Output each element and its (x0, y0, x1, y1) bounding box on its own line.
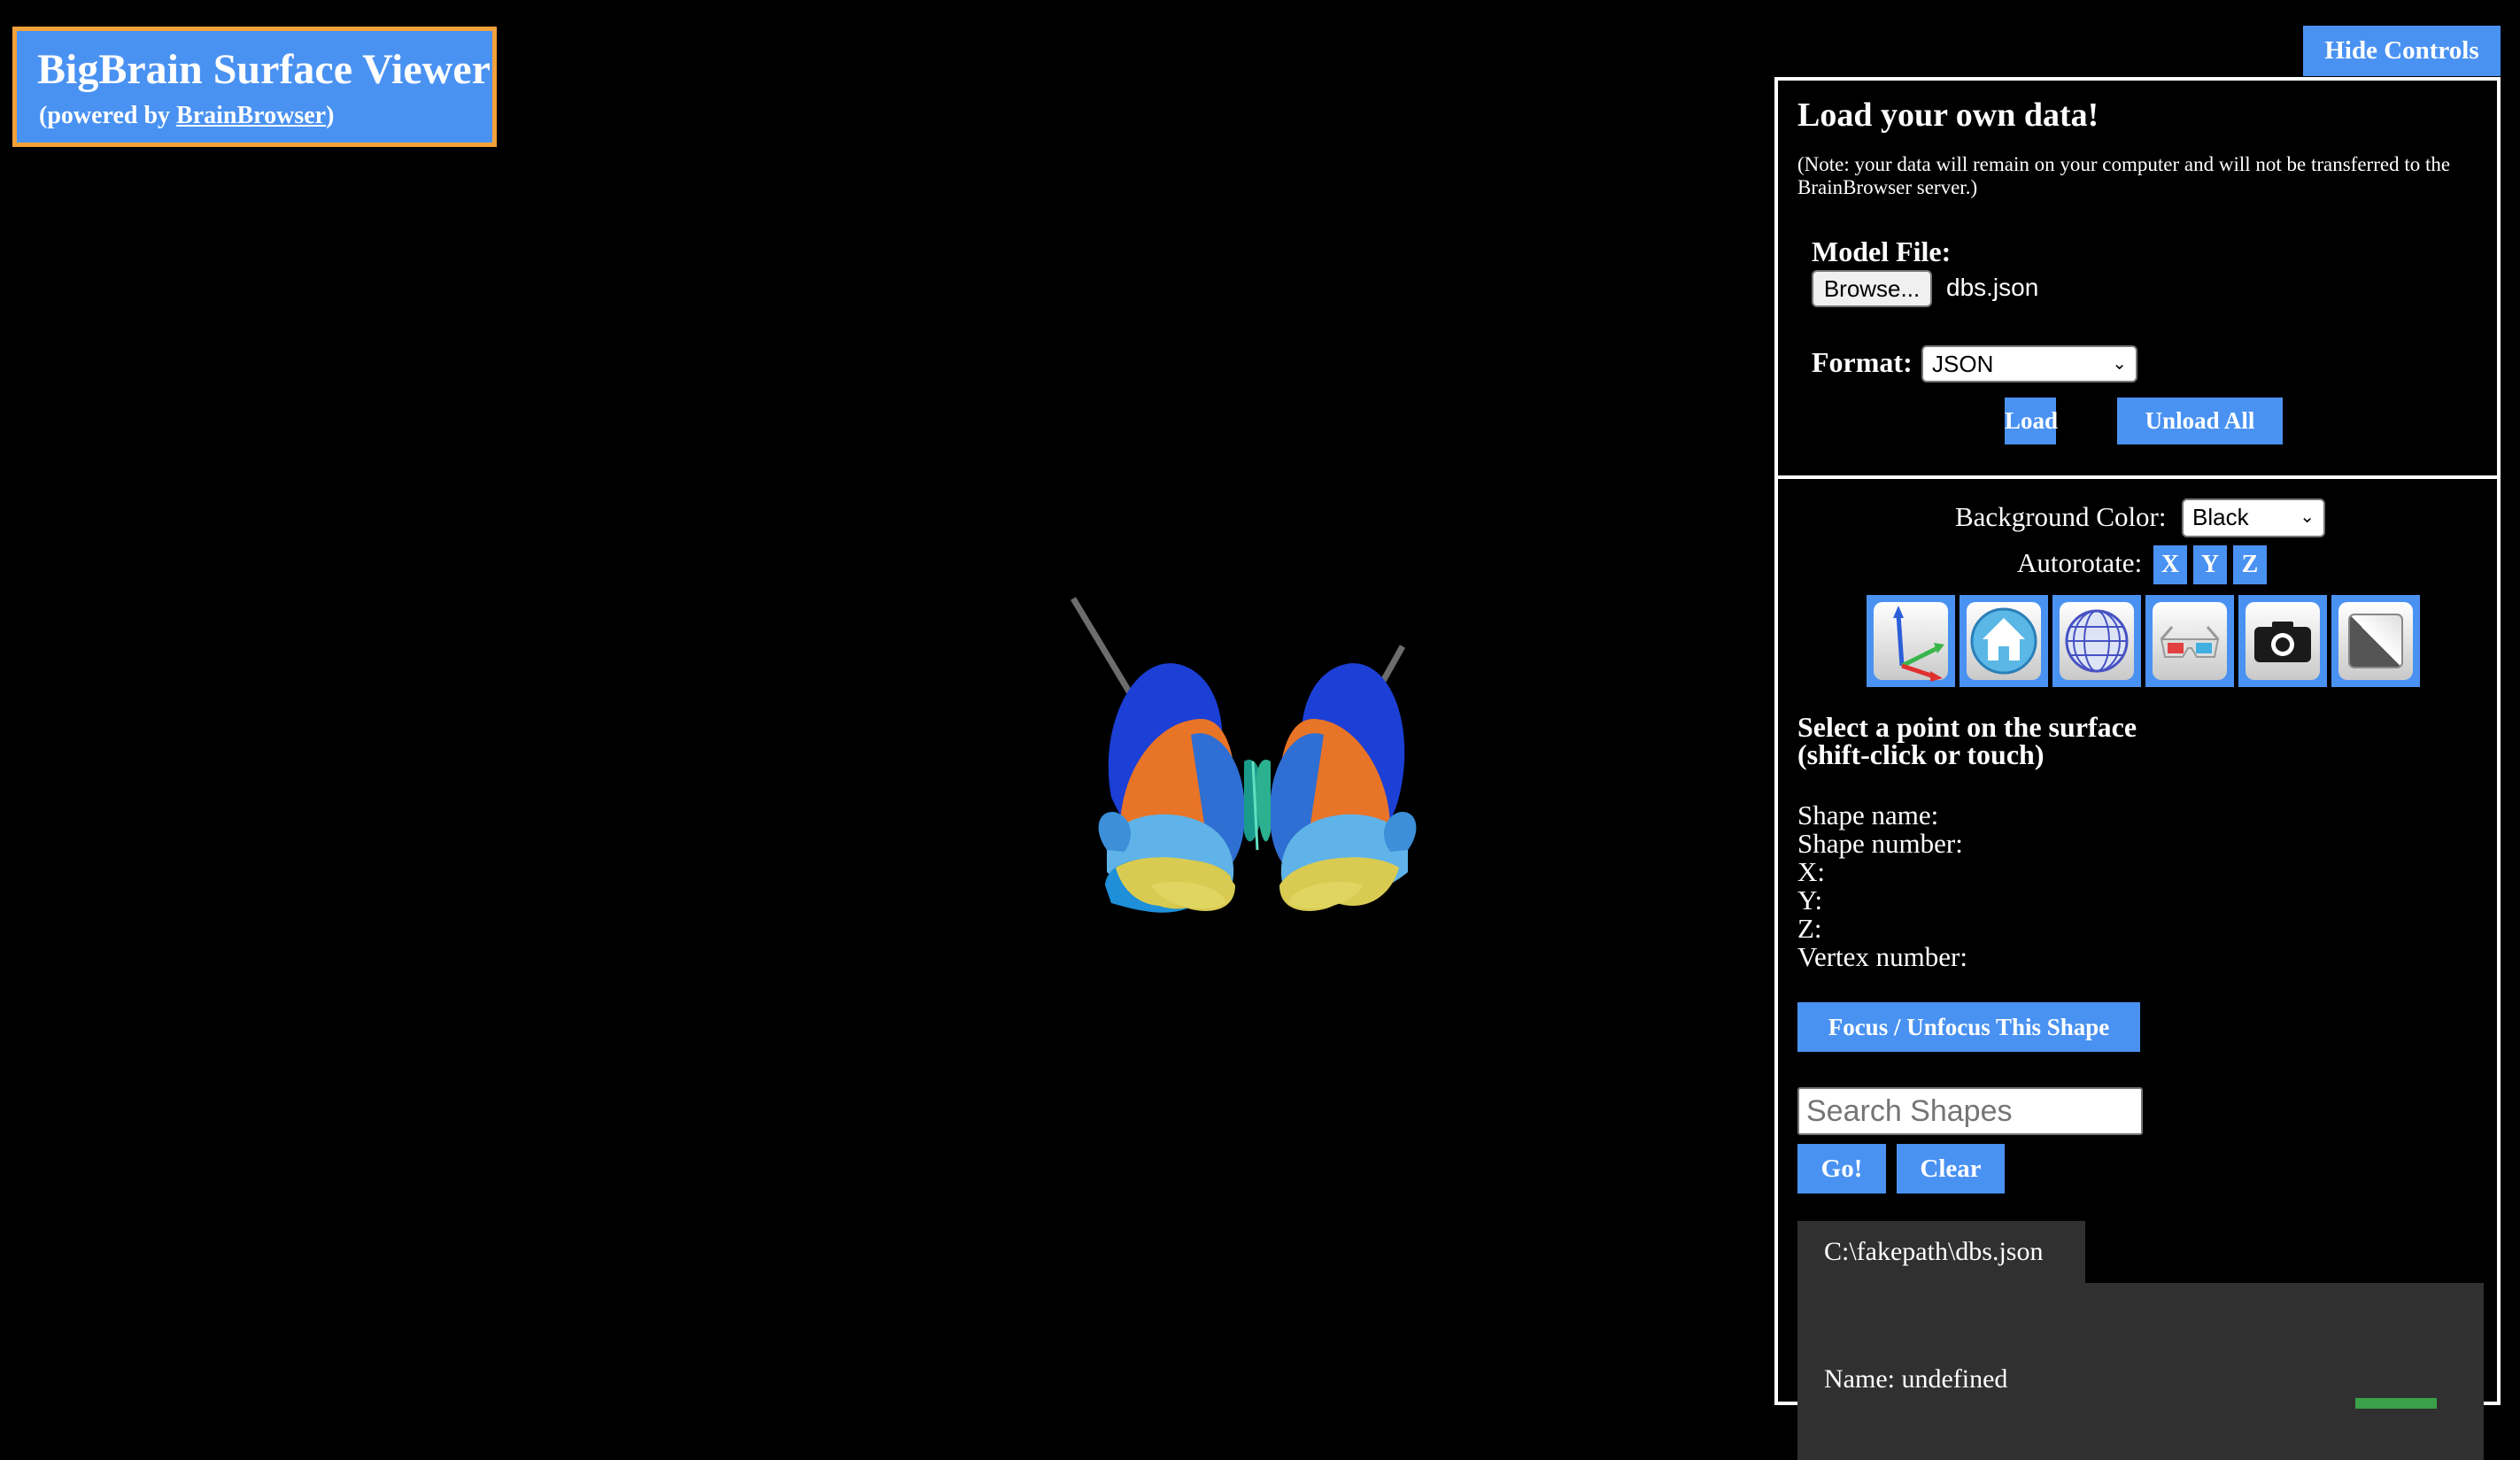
controls-panel: Load your own data! (Note: your data wil… (1774, 77, 2501, 1460)
vertex-number-label: Vertex number: (1797, 941, 1967, 972)
background-color-label: Background Color: (1955, 501, 2167, 532)
hide-controls-button[interactable]: Hide Controls (2303, 26, 2501, 76)
chevron-down-icon: ⌄ (2112, 354, 2127, 374)
reset-view-button[interactable] (1960, 595, 2048, 687)
shape-number-label: Shape number: (1797, 828, 1963, 859)
chevron-down-icon: ⌄ (2300, 507, 2315, 527)
model-file-label: Model File: (1812, 236, 1952, 267)
x-coord-label: X: (1797, 856, 1825, 887)
brain-viewer-canvas[interactable] (0, 0, 1762, 1397)
home-icon (1970, 607, 2037, 675)
load-note: (Note: your data will remain on your com… (1797, 153, 2451, 198)
background-gradient-button[interactable] (2331, 595, 2420, 687)
wireframe-icon (2065, 609, 2129, 673)
browse-button[interactable]: Browse... (1812, 270, 1932, 307)
focus-shape-button[interactable]: Focus / Unfocus This Shape (1797, 1002, 2140, 1052)
selected-file-name: dbs.json (1946, 274, 2039, 301)
file-tab[interactable]: C:\fakepath\dbs.json (1797, 1221, 2085, 1283)
unload-all-button[interactable]: Unload All (2117, 398, 2283, 444)
autorotate-z-button[interactable]: Z (2233, 545, 2267, 584)
load-heading: Load your own data! (1797, 97, 2099, 134)
clear-button[interactable]: Clear (1897, 1144, 2005, 1193)
shape-name-label: Shape name: (1797, 800, 1939, 830)
anaglyph-button[interactable] (2145, 595, 2234, 687)
autorotate-y-button[interactable]: Y (2193, 545, 2227, 584)
load-button[interactable]: Load (2005, 398, 2058, 444)
section-divider (1778, 475, 2497, 479)
select-point-hint: (shift-click or touch) (1797, 738, 2045, 770)
format-select[interactable]: JSON ⌄ (1921, 345, 2137, 382)
format-select-value: JSON (1932, 351, 1994, 377)
z-coord-label: Z: (1797, 913, 1822, 944)
format-label: Format: (1812, 346, 1913, 378)
brain-model (1070, 597, 1417, 913)
go-button[interactable]: Go! (1797, 1144, 1886, 1193)
background-color-select[interactable]: Black ⌄ (2182, 498, 2325, 537)
autorotate-x-button[interactable]: X (2153, 545, 2187, 584)
shape-name-value: Name: undefined (1824, 1364, 2008, 1394)
camera-icon (2254, 622, 2311, 662)
screenshot-button[interactable] (2238, 595, 2327, 687)
y-coord-label: Y: (1797, 884, 1823, 915)
axes-icon (1893, 606, 1944, 682)
wireframe-button[interactable] (2052, 595, 2141, 687)
file-tab-panel: Name: undefined (1797, 1283, 2484, 1460)
autorotate-label: Autorotate: (2017, 547, 2143, 578)
color-swatch[interactable] (2355, 1398, 2437, 1409)
gradient-icon (2348, 614, 2403, 668)
reset-axes-button[interactable] (1867, 595, 1955, 687)
background-color-value: Black (2192, 504, 2249, 530)
search-shapes-input[interactable]: Search Shapes (1797, 1087, 2143, 1135)
3d-glasses-icon (2160, 626, 2220, 658)
